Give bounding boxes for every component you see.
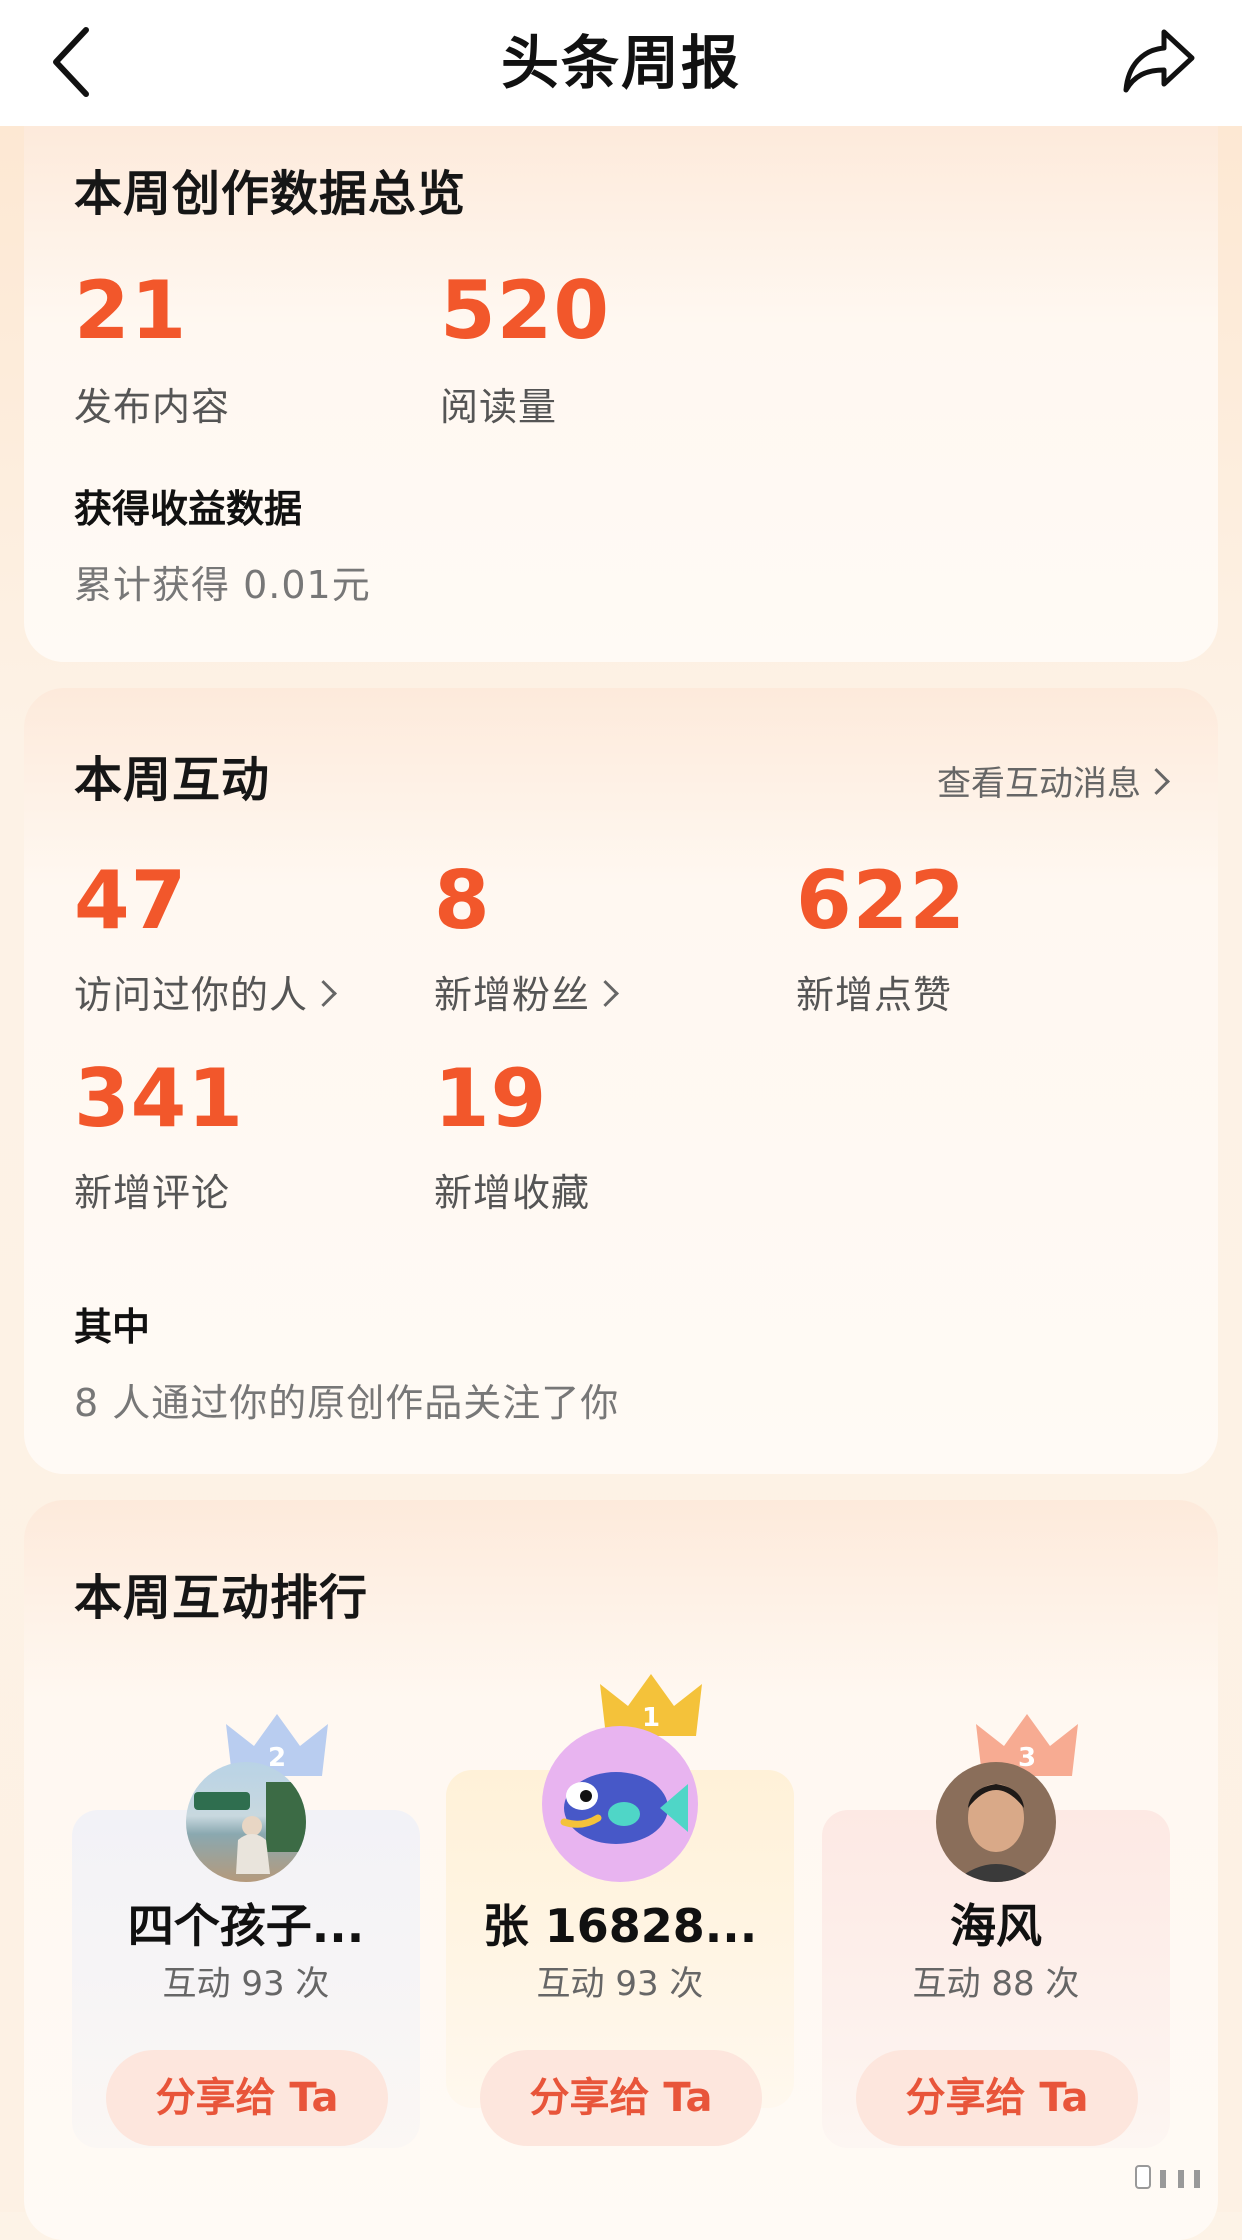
stat-label-reads: 阅读量	[440, 385, 558, 429]
interaction-title: 本周互动	[74, 752, 271, 808]
stat-label-comments: 新增评论	[74, 1171, 231, 1215]
share-button-3[interactable]: 分享给 Ta	[856, 2050, 1138, 2146]
chevron-right-icon	[1143, 768, 1170, 795]
stat-value-visitors: 47	[74, 854, 188, 947]
avatar-user-2[interactable]	[186, 1762, 306, 1882]
new-fans-link[interactable]: 新增粉丝	[434, 964, 619, 1019]
rank-count-1: 互动 93 次	[536, 1964, 704, 2004]
overview-card: 本周创作数据总览 21 发布内容 520 阅读量 获得收益数据 累计获得 0.0…	[24, 126, 1218, 662]
view-interaction-label: 查看互动消息	[937, 764, 1141, 804]
stat-label-favorites: 新增收藏	[434, 1171, 591, 1215]
stat-label-likes: 新增点赞	[796, 973, 953, 1017]
earnings-text: 累计获得 0.01元	[74, 563, 371, 607]
detail-heading: 其中	[74, 1305, 151, 1349]
ranking-title: 本周互动排行	[74, 1570, 369, 1626]
earnings-heading: 获得收益数据	[74, 487, 303, 531]
stat-label-new-fans: 新增粉丝	[434, 973, 591, 1017]
top-nav-bar: 头条周报	[0, 0, 1242, 126]
stat-value-favorites: 19	[434, 1052, 548, 1145]
stat-label-published: 发布内容	[74, 385, 231, 429]
share-button-2[interactable]: 分享给 Ta	[106, 2050, 388, 2146]
chevron-right-icon	[310, 980, 337, 1007]
ranking-card: 本周互动排行 2 四个孩子... 互动 93 次 分享给 Ta 1 张 1682…	[24, 1500, 1218, 2240]
avatar-photo-3	[954, 1784, 1038, 1882]
corner-watermark-icon	[1135, 2165, 1200, 2189]
stat-value-new-fans: 8	[434, 854, 491, 947]
chevron-right-icon	[592, 980, 619, 1007]
page-title: 头条周报	[500, 29, 741, 97]
stat-value-reads: 520	[440, 264, 610, 357]
stat-value-likes: 622	[796, 854, 966, 947]
stat-value-comments: 341	[74, 1052, 244, 1145]
rank-count-2: 互动 93 次	[162, 1964, 330, 2004]
rank-name-1: 张 16828...	[482, 1899, 758, 1953]
visitors-link[interactable]: 访问过你的人	[74, 964, 337, 1019]
rank-number: 1	[642, 1703, 660, 1733]
rank-count-3: 互动 88 次	[912, 1964, 1080, 2004]
view-interaction-link[interactable]: 查看互动消息	[937, 756, 1170, 805]
fish-avatar-icon	[560, 1772, 688, 1844]
avatar-user-1[interactable]	[542, 1726, 698, 1882]
share-button-1[interactable]: 分享给 Ta	[480, 2050, 762, 2146]
overview-title: 本周创作数据总览	[74, 166, 467, 222]
avatar-photo-2	[194, 1782, 306, 1874]
rank-name-2: 四个孩子...	[127, 1899, 365, 1953]
stat-value-published: 21	[74, 264, 188, 357]
stat-label-visitors: 访问过你的人	[74, 973, 309, 1017]
share-icon[interactable]	[1120, 18, 1200, 104]
interaction-card: 本周互动 查看互动消息 47 访问过你的人 8 新增粉丝 622 新增点赞 34…	[24, 688, 1218, 1474]
detail-text: 8 人通过你的原创作品关注了你	[74, 1381, 620, 1425]
rank-name-3: 海风	[950, 1899, 1042, 1953]
avatar-user-3[interactable]	[936, 1762, 1056, 1882]
